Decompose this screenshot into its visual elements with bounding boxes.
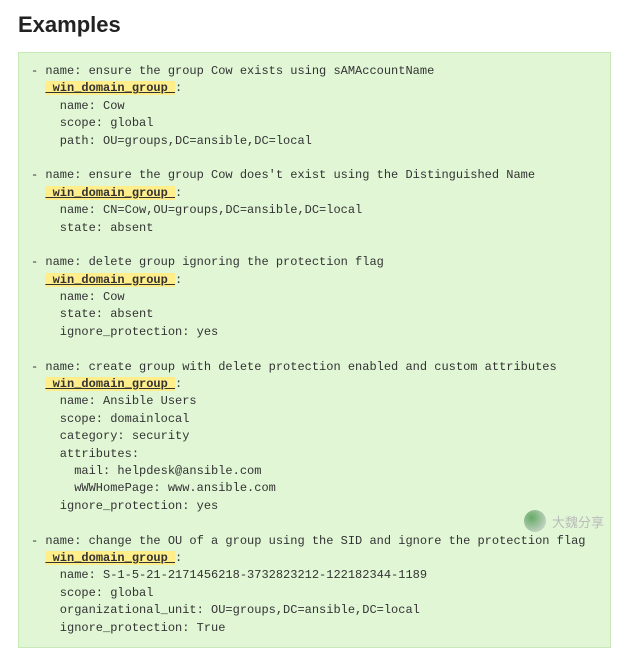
watermark-text: 大魏分享 [552,512,604,531]
yaml-code-block: - name: ensure the group Cow exists usin… [18,52,611,648]
watermark-icon [524,510,546,532]
section-heading: Examples [18,12,611,38]
watermark: 大魏分享 [524,510,604,532]
